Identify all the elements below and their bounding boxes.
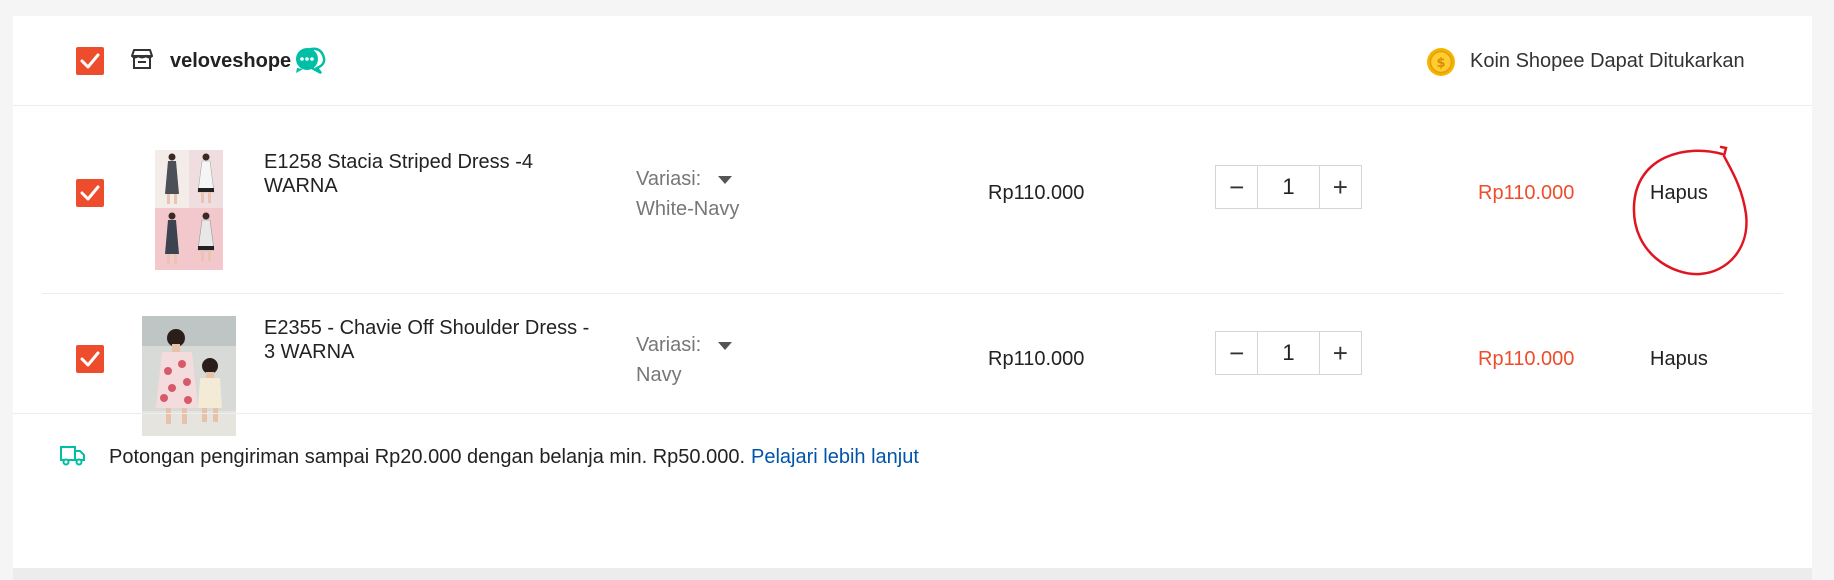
checkmark-icon: [80, 351, 100, 367]
cart-item-row: E1258 Stacia Striped Dress -4 WARNA Vari…: [13, 106, 1812, 276]
decrease-quantity-button[interactable]: −: [1216, 332, 1257, 374]
variation-value[interactable]: Navy: [636, 364, 682, 387]
learn-more-link[interactable]: Pelajari lebih lanjut: [751, 446, 919, 468]
shop-header: veloveshope $ Koin Shopee Dapat Ditukark…: [13, 16, 1812, 106]
item-checkbox[interactable]: [76, 345, 104, 373]
item-checkbox[interactable]: [76, 179, 104, 207]
chat-icon[interactable]: [293, 46, 329, 74]
checkmark-icon: [80, 53, 100, 69]
quantity-input[interactable]: 1: [1257, 332, 1320, 374]
decrease-quantity-button[interactable]: −: [1216, 166, 1257, 208]
shipping-promo-bar: Potongan pengiriman sampai Rp20.000 deng…: [13, 413, 1812, 502]
coin-icon: $: [1427, 48, 1455, 76]
product-name[interactable]: E2355 - Chavie Off Shoulder Dress - 3 WA…: [264, 316, 604, 364]
svg-text:$: $: [1436, 56, 1445, 71]
unit-price: Rp110.000: [988, 348, 1085, 370]
cart-shop-card: veloveshope $ Koin Shopee Dapat Ditukark…: [13, 16, 1812, 568]
delete-item-button[interactable]: Hapus: [1650, 348, 1708, 371]
truck-icon: [60, 446, 85, 466]
quantity-input[interactable]: 1: [1257, 166, 1320, 208]
unit-price: Rp110.000: [988, 182, 1085, 204]
increase-quantity-button[interactable]: +: [1320, 332, 1361, 374]
variation-label[interactable]: Variasi:: [636, 168, 701, 191]
variation-dropdown-arrow-icon[interactable]: [718, 176, 732, 184]
item-total-price: Rp110.000: [1478, 182, 1575, 204]
product-name[interactable]: E1258 Stacia Striped Dress -4 WARNA: [264, 150, 604, 198]
item-total-price: Rp110.000: [1478, 348, 1575, 370]
quantity-stepper: − 1 +: [1215, 165, 1362, 209]
increase-quantity-button[interactable]: +: [1320, 166, 1361, 208]
page-bottom-strip: [13, 568, 1812, 580]
variation-value[interactable]: White-Navy: [636, 198, 739, 221]
variation-dropdown-arrow-icon[interactable]: [718, 342, 732, 350]
store-icon: [131, 49, 153, 69]
shipping-promo-message: Potongan pengiriman sampai Rp20.000 deng…: [109, 446, 746, 468]
shop-checkbox[interactable]: [76, 47, 104, 75]
checkmark-icon: [80, 185, 100, 201]
variation-label[interactable]: Variasi:: [636, 334, 701, 357]
product-image[interactable]: [155, 150, 223, 270]
shipping-promo-text: Potongan pengiriman sampai Rp20.000 deng…: [109, 446, 919, 469]
shop-name[interactable]: veloveshope: [170, 50, 291, 73]
coins-label: Koin Shopee Dapat Ditukarkan: [1470, 50, 1745, 72]
quantity-stepper: − 1 +: [1215, 331, 1362, 375]
